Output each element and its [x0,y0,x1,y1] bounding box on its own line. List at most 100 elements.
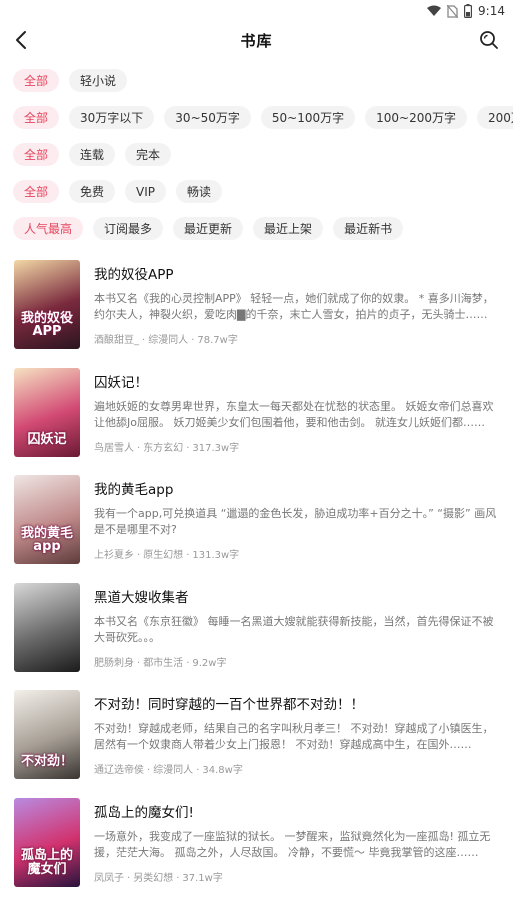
filter-row-category: 全部 轻小说 [0,62,513,99]
filter-chip[interactable]: 完本 [125,143,172,166]
book-author: 鸟居雪人 [94,442,134,454]
meta-separator: · [186,442,190,454]
filter-chip[interactable]: 全部 [13,69,60,92]
filter-chip[interactable]: 全部 [13,180,60,203]
book-item[interactable]: 我的黄毛app 我的黄毛app 我有一个app,可兑换道具 “邋遢的金色长发，胁迫成… [0,475,513,583]
book-info: 囚妖记！ 遍地妖姬的女尊男卑世界，东皇太一每天都处在忧愁的状态里。 妖姬女帝们总喜… [94,368,499,476]
filter-row-price: 全部 免费 VIP 畅读 [0,173,513,210]
cover-title-art: 囚妖记 [27,431,67,447]
book-description: 我有一个app,可兑换道具 “邋遢的金色长发，胁迫成功率+百分之十。” “摄影”… [94,507,497,536]
filter-chip[interactable]: 30万字以下 [69,106,155,129]
book-word-count: 34.8w字 [202,765,243,776]
book-item[interactable]: 我的奴役APP 我的奴役APP 本书又名《我的心灵控制APP》 轻轻一点，她们就成了… [0,260,513,368]
book-cover[interactable] [14,582,80,672]
book-cover[interactable]: 我的奴役APP [14,260,80,349]
filter-chip[interactable]: VIP [125,180,167,203]
meta-separator: · [137,442,141,454]
meta-separator: · [186,657,190,669]
meta-separator: · [142,335,146,346]
filter-chip[interactable]: 100~200万字 [365,106,468,129]
filter-chip[interactable]: 最近更新 [173,217,244,240]
book-meta: 肥肠刺身 · 都市生活 · 9.2w字 [94,654,499,669]
book-item[interactable]: 不对劲！ 不对劲！同时穿越的一百个世界都不对劲！！ 不对劲！穿越成老师，结果自己的名… [0,690,513,798]
filter-chip[interactable]: 连载 [69,143,116,166]
book-word-count: 317.3w字 [192,442,240,454]
meta-separator: · [191,335,195,346]
status-bar: 9:14 [0,0,513,22]
filter-chip[interactable]: 200万字以上 [477,106,513,129]
book-info: 黑道大嫂收集者本书又名《东京狂徽》 每睡一名黑道大嫂就能获得新技能，当然，首先得… [94,583,499,691]
book-title[interactable]: 我的奴役APP [94,265,499,285]
book-cover[interactable]: 孤岛上的魔女们 [14,797,80,887]
book-title[interactable]: 不对劲！同时穿越的一百个世界都不对劲！！ [94,695,499,715]
book-author: 肥肠刺身 [94,657,134,669]
filter-chip[interactable]: 订阅最多 [93,217,164,240]
battery-icon [464,4,473,18]
meta-separator: · [137,550,141,561]
book-cover[interactable]: 我的黄毛app [14,475,80,564]
book-description: 本书又名《东京狂徽》 每睡一名黑道大嫂就能获得新技能，当然，首先得保证不被大哥砍… [94,614,494,644]
meta-separator: · [127,872,131,884]
back-arrow-icon[interactable] [10,28,34,52]
book-author: 酒酿甜豆_ [94,335,139,346]
filter-chip[interactable]: 免费 [69,180,116,203]
meta-separator: · [186,550,190,561]
meta-separator: · [147,765,151,776]
filter-row-status: 全部 连载 完本 [0,136,513,173]
filter-chip[interactable]: 轻小说 [69,69,128,92]
book-meta: 通辽选帝侯 · 综漫同人 · 34.8w字 [94,761,499,776]
book-meta: 酒酿甜豆_ · 综漫同人 · 78.7w字 [94,331,499,346]
book-cover[interactable]: 不对劲！ [14,690,80,779]
book-word-count: 78.7w字 [197,335,238,346]
book-title[interactable]: 我的黄毛app [94,480,499,500]
filter-panel: 全部 轻小说 全部 30万字以下 30~50万字 50~100万字 100~200万字 200… [0,62,513,247]
filter-chip[interactable]: 全部 [13,143,60,166]
book-item[interactable]: 囚妖记 囚妖记！ 遍地妖姬的女尊男卑世界，东皇太一每天都处在忧愁的状态里。 妖姬女帝… [0,367,513,476]
filter-chip[interactable]: 人气最高 [13,217,84,240]
book-info: 我的奴役APP 本书又名《我的心灵控制APP》 轻轻一点，她们就成了你的奴隶。 *… [94,260,499,368]
book-word-count: 9.2w字 [192,657,227,669]
book-genre: 东方玄幻 [143,442,184,454]
book-meta: 凤凤子 · 另类幻想 · 37.1w字 [94,869,499,884]
book-title[interactable]: 黑道大嫂收集者 [94,588,499,608]
book-description: 一场意外，我变成了一座监狱的狱长。 一梦醒来，监狱竟然化为一座孤岛! 孤立无援，… [94,829,491,859]
book-author: 通辽选帝侯 [94,765,144,776]
book-title[interactable]: 孤岛上的魔女们! [94,803,499,823]
book-genre: 综漫同人 [148,335,189,346]
filter-row-word-count: 全部 30万字以下 30~50万字 50~100万字 100~200万字 200万字以上 [0,99,513,136]
book-author: 凤凤子 [94,872,124,884]
meta-separator: · [137,657,141,669]
status-time: 9:14 [478,4,505,18]
book-word-count: 131.3w字 [192,550,240,561]
filter-chip[interactable]: 最近上架 [253,217,324,240]
book-list: 我的奴役APP 我的奴役APP 本书又名《我的心灵控制APP》 轻轻一点，她们就成了… [0,260,513,905]
cover-title-art: 我的奴役APP [20,310,73,340]
book-author: 上衫夏乡 [94,550,134,561]
book-description: 不对劲！穿越成老师，结果自己的名字叫秋月孝三！ 不对劲！穿越成了小镇医生，居然有… [94,722,494,751]
book-genre: 原生幻想 [143,550,184,561]
book-word-count: 37.1w字 [182,872,223,884]
filter-chip[interactable]: 50~100万字 [260,106,356,129]
book-item[interactable]: 黑道大嫂收集者本书又名《东京狂徽》 每睡一名黑道大嫂就能获得新技能，当然，首先得… [0,582,513,691]
top-nav: 书库 [0,22,513,58]
book-genre: 另类幻想 [133,872,174,884]
filter-chip[interactable]: 最近新书 [333,217,404,240]
book-description: 本书又名《我的心灵控制APP》 轻轻一点，她们就成了你的奴隶。 * 喜多川海梦，… [94,292,494,321]
page-title: 书库 [240,31,273,50]
book-info: 不对劲！同时穿越的一百个世界都不对劲！！ 不对劲！穿越成老师，结果自己的名字叫秋月… [94,690,499,798]
filter-row-sort: 人气最高 订阅最多 最近更新 最近上架 最近新书 [0,210,513,247]
book-genre: 都市生活 [143,657,184,669]
book-cover[interactable]: 囚妖记 [14,367,80,457]
search-icon[interactable] [477,28,501,52]
book-genre: 综漫同人 [153,765,194,776]
filter-chip[interactable]: 畅读 [176,180,223,203]
filter-chip[interactable]: 30~50万字 [164,106,251,129]
book-item[interactable]: 孤岛上的魔女们 孤岛上的魔女们! 一场意外，我变成了一座监狱的狱长。 一梦醒来，监狱… [0,797,513,906]
book-info: 我的黄毛app 我有一个app,可兑换道具 “邋遢的金色长发，胁迫成功率+百分之十… [94,475,499,583]
cover-title-art: 孤岛上的魔女们 [20,848,73,877]
no-sim-icon [447,4,459,18]
book-title[interactable]: 囚妖记！ [94,373,499,393]
wifi-icon [427,5,442,16]
filter-chip[interactable]: 全部 [13,106,60,129]
book-meta: 上衫夏乡 · 原生幻想 · 131.3w字 [94,546,499,561]
